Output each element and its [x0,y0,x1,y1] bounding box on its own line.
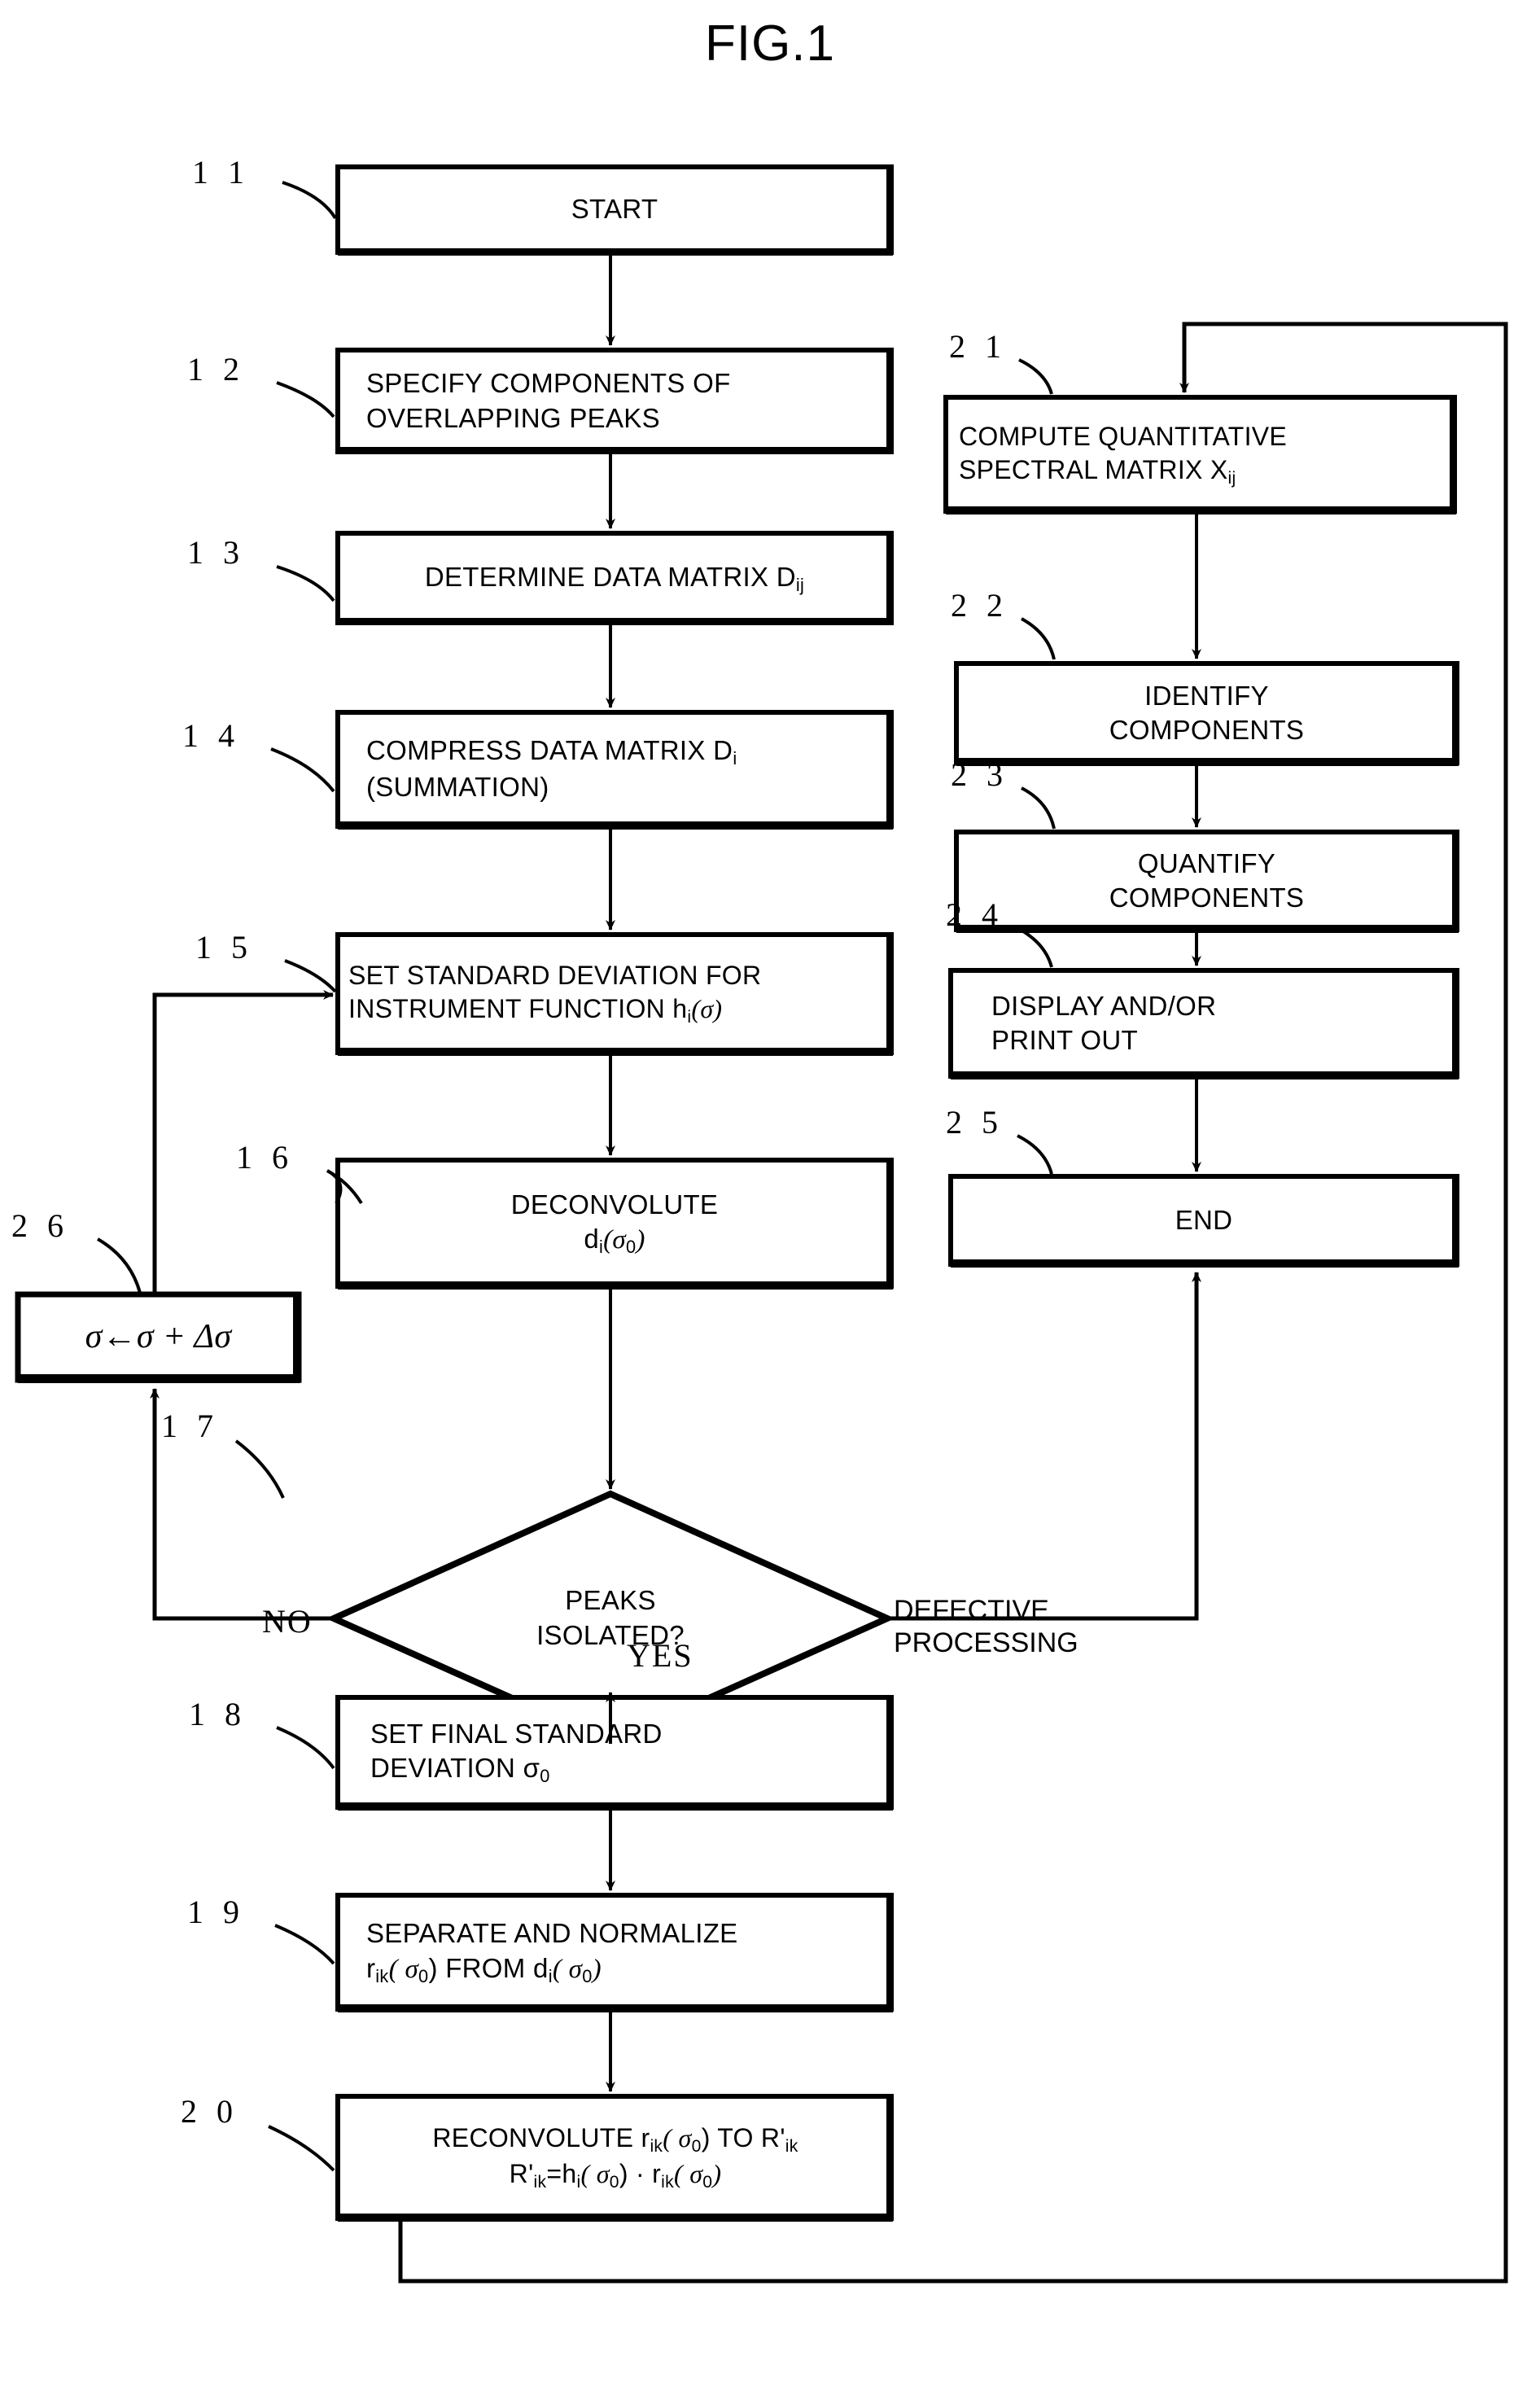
node-start [335,164,894,256]
ref-numeral-14: 1 4 [182,717,240,754]
node-specify-components [335,348,894,454]
node-increment-sigma [15,1291,302,1383]
ref-numeral-19: 1 9 [187,1894,245,1930]
ref-numeral-26: 2 6 [11,1207,69,1244]
node-quantify-components [954,830,1459,933]
node-determine-matrix [335,531,894,625]
ref-numeral-20: 2 0 [181,2093,238,2130]
edge-label-no: NO [262,1603,313,1640]
ref-numeral-23: 2 3 [951,756,1008,793]
ref-numeral-21: 2 1 [949,328,1007,365]
edge-label-yes: YES [627,1637,693,1674]
node-display-print [948,968,1459,1079]
node-deconvolute [335,1158,894,1290]
node-set-final-deviation [335,1695,894,1811]
ref-numeral-22: 2 2 [951,587,1008,624]
ref-numeral-18: 1 8 [189,1696,247,1732]
patent-figure-page: FIG.1 1 1 1 2 1 3 1 4 1 5 1 6 1 7 1 8 1 … [0,0,1540,2391]
connector-defective-processing [887,1272,1201,1621]
edge-label-defective-processing-line2: PROCESSING [894,1627,1078,1658]
ref-numeral-17: 1 7 [161,1408,219,1444]
node-reconvolute [335,2094,894,2222]
ref-numeral-13: 1 3 [187,534,245,571]
ref-numeral-12: 1 2 [187,351,245,388]
node-identify-components [954,661,1459,766]
edge-label-defective-processing-line1: DEFECTIVE [894,1595,1049,1626]
node-end [948,1174,1459,1268]
node-set-standard-deviation [335,932,894,1056]
node-separate-normalize [335,1893,894,2012]
ref-numeral-15: 1 5 [195,929,253,966]
node-compute-spectral-matrix [943,395,1457,515]
node-compress-matrix [335,710,894,830]
ref-numeral-16: 1 6 [236,1139,294,1176]
ref-numeral-11: 1 1 [192,154,250,190]
ref-numeral-24: 2 4 [946,896,1004,933]
ref-numeral-25: 2 5 [946,1104,1004,1141]
